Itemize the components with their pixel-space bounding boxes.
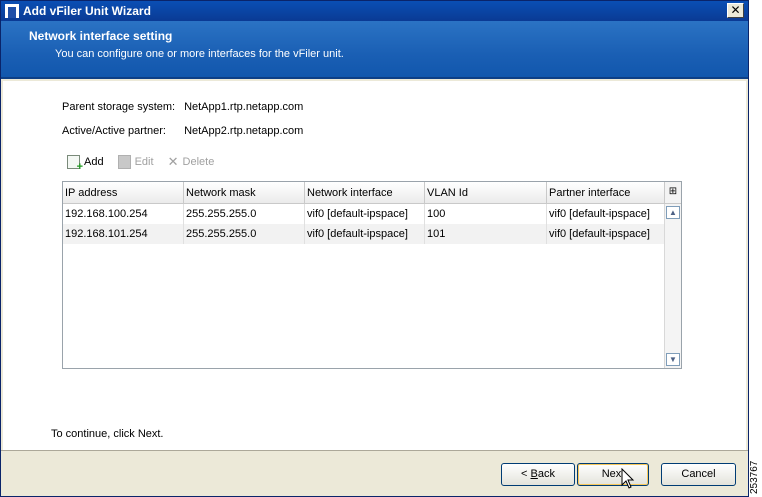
delete-label: Delete [182, 156, 215, 168]
delete-icon: ✕ [167, 154, 179, 169]
app-icon [5, 4, 19, 18]
scroll-down-icon[interactable]: ▼ [666, 353, 680, 366]
add-button[interactable]: Add [67, 155, 104, 173]
interfaces-table: IP address Network mask Network interfac… [62, 181, 682, 369]
cell-interface: vif0 [default-ipspace] [305, 204, 425, 224]
table-row[interactable]: 192.168.100.254 255.255.255.0 vif0 [defa… [63, 204, 665, 224]
cell-ip: 192.168.101.254 [63, 224, 184, 244]
edit-icon [117, 155, 131, 169]
cell-vlan: 100 [425, 204, 547, 224]
edit-label: Edit [134, 156, 154, 168]
header-title: Network interface setting [29, 29, 173, 43]
column-header-partner[interactable]: Partner interface [547, 182, 665, 204]
table-row[interactable]: 192.168.101.254 255.255.255.0 vif0 [defa… [63, 224, 665, 244]
partner-system-value: NetApp2.rtp.netapp.com [184, 125, 304, 137]
edit-button[interactable]: Edit [117, 155, 154, 169]
wizard-window: Add vFiler Unit Wizard ✕ Network interfa… [0, 0, 749, 497]
column-header-ip[interactable]: IP address [63, 182, 184, 204]
cell-mask: 255.255.255.0 [184, 224, 305, 244]
cell-ip: 192.168.100.254 [63, 204, 184, 224]
title-bar: Add vFiler Unit Wizard ✕ [1, 1, 748, 21]
table-body: 192.168.100.254 255.255.255.0 vif0 [defa… [63, 204, 665, 244]
next-button[interactable]: Next [577, 463, 649, 486]
column-header-interface[interactable]: Network interface [305, 182, 425, 204]
partner-system-row: Active/Active partner: NetApp2.rtp.netap… [62, 125, 303, 137]
cancel-button[interactable]: Cancel [661, 463, 736, 486]
content-panel: Parent storage system: NetApp1.rtp.netap… [3, 81, 746, 450]
back-rest: ack [537, 468, 555, 480]
wizard-header: Network interface setting You can config… [1, 21, 748, 79]
parent-system-row: Parent storage system: NetApp1.rtp.netap… [62, 101, 303, 113]
add-icon [67, 155, 83, 173]
add-label: Add [84, 156, 104, 168]
cell-interface: vif0 [default-ipspace] [305, 224, 425, 244]
cell-mask: 255.255.255.0 [184, 204, 305, 224]
close-button[interactable]: ✕ [727, 3, 744, 18]
column-header-mask[interactable]: Network mask [184, 182, 305, 204]
back-mnemonic: B [530, 468, 538, 480]
column-header-vlan[interactable]: VLAN Id [425, 182, 547, 204]
figure-number: 253767 [749, 440, 762, 497]
cell-partner: vif0 [default-ipspace] [547, 224, 665, 244]
mouse-cursor-icon [621, 468, 635, 489]
partner-system-label: Active/Active partner: [62, 125, 166, 137]
parent-system-value: NetApp1.rtp.netapp.com [184, 101, 304, 113]
header-subtitle: You can configure one or more interfaces… [55, 48, 344, 60]
column-chooser-icon[interactable]: ⊞ [664, 182, 681, 204]
cell-partner: vif0 [default-ipspace] [547, 204, 665, 224]
parent-system-label: Parent storage system: [62, 101, 176, 113]
delete-button[interactable]: ✕ Delete [168, 154, 215, 170]
window-title: Add vFiler Unit Wizard [23, 4, 151, 18]
back-button[interactable]: < Back [501, 463, 575, 486]
back-prefix: < [521, 468, 531, 480]
table-header: IP address Network mask Network interfac… [63, 182, 665, 204]
table-toolbar: Add Edit ✕ Delete [67, 154, 215, 173]
cell-vlan: 101 [425, 224, 547, 244]
table-scrollbar[interactable]: ▲ ▼ [664, 204, 681, 368]
figure-number-text: 253767 [749, 460, 760, 494]
button-bar: < Back Next Cancel [1, 450, 748, 496]
scroll-up-icon[interactable]: ▲ [666, 206, 680, 219]
instruction-text: To continue, click Next. [51, 428, 164, 440]
